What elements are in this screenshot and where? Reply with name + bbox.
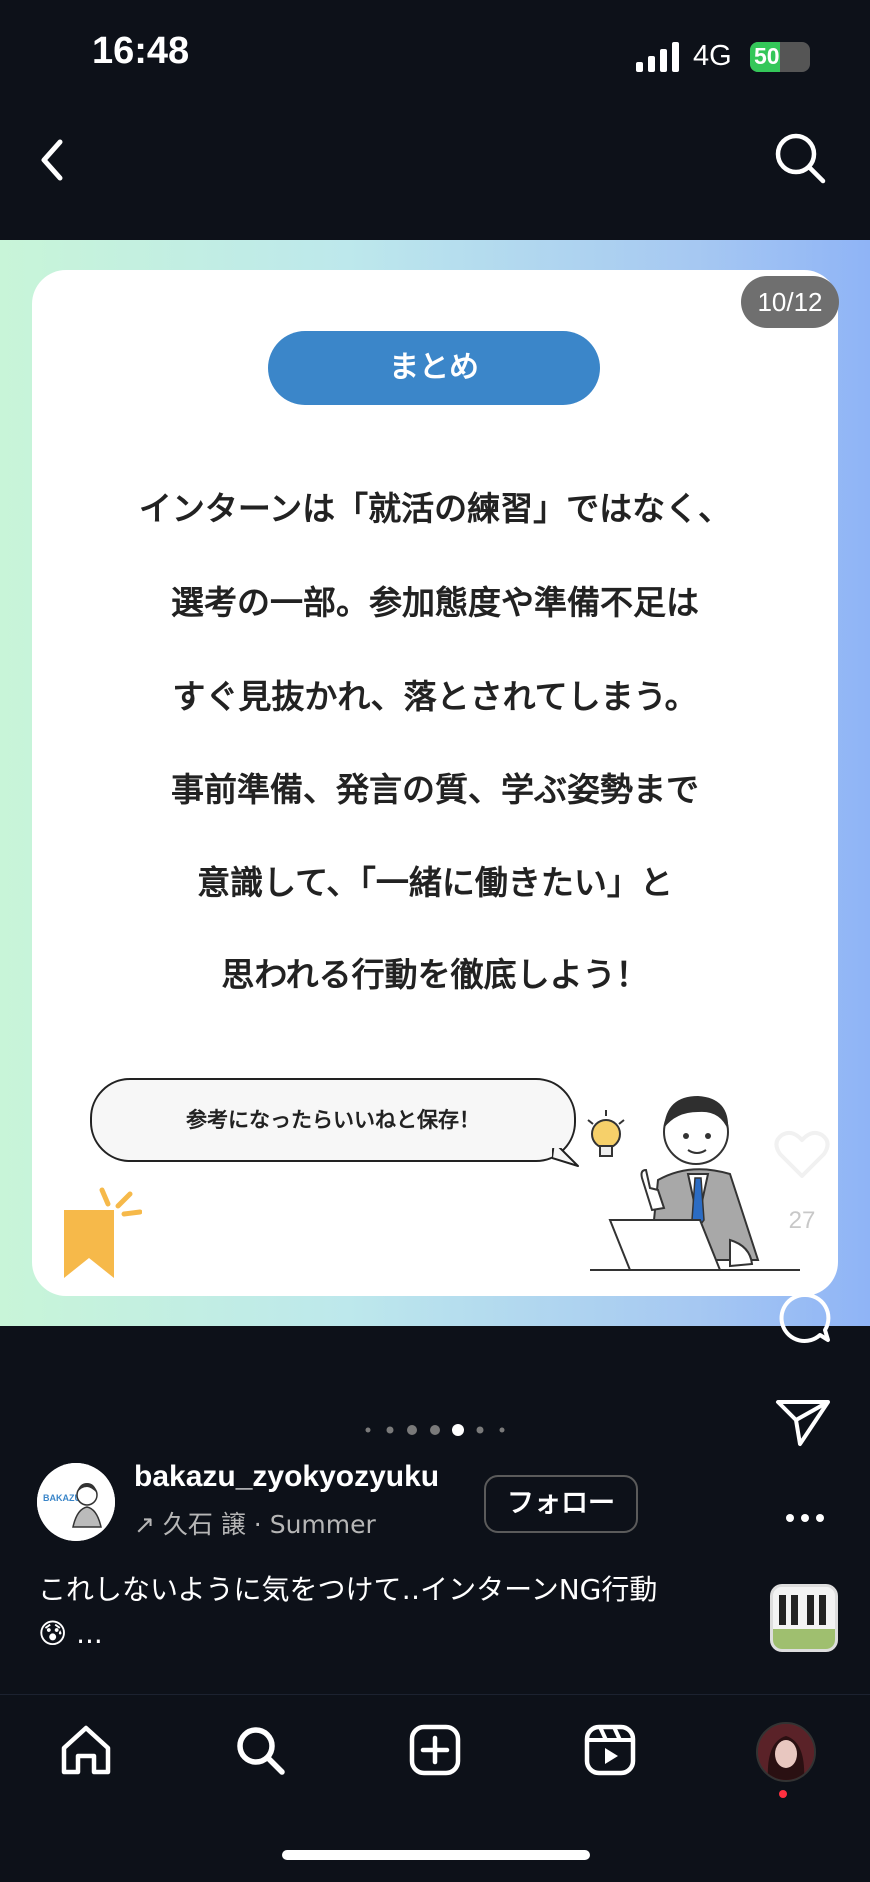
post-caption[interactable]: これしないように気をつけて‥インターンNG行動 😰 ... (38, 1568, 758, 1656)
carousel-dot (365, 1427, 371, 1433)
profile-avatar[interactable] (756, 1722, 816, 1782)
avatar-brand-text: BAKAZU (43, 1493, 81, 1503)
audio-attribution[interactable]: ↗ 久石 譲 · Summer (134, 1505, 376, 1541)
body-line: 事前準備、発言の質、学ぶ姿勢まで (171, 770, 699, 809)
carousel-dot (499, 1427, 505, 1433)
caption-line: これしないように気をつけて‥インターンNG行動 (38, 1573, 658, 1606)
nav-divider (0, 1694, 870, 1695)
profile-photo (758, 1724, 814, 1780)
body-line: 思われる行動を徹底しよう！ (221, 955, 649, 994)
title-pill: まとめ (268, 331, 600, 405)
audio-label: 久石 譲 · Summer (162, 1510, 376, 1539)
carousel-dot (407, 1425, 417, 1435)
network-type: 4G (693, 40, 732, 72)
notification-dot (779, 1790, 787, 1798)
battery-level: 50 (754, 43, 780, 69)
body-line: すぐ見抜かれ、落とされてしまう。 (172, 677, 698, 716)
slide-counter: 10/12 (741, 276, 839, 328)
follow-button[interactable]: フォロー (484, 1475, 638, 1533)
home-icon[interactable] (58, 1722, 114, 1778)
home-indicator[interactable] (282, 1850, 590, 1860)
back-button[interactable] (30, 130, 80, 190)
reels-icon[interactable] (582, 1722, 638, 1778)
like-count: 27 (788, 1207, 816, 1234)
carousel-dots (365, 1424, 505, 1436)
status-time: 16:48 (92, 30, 190, 72)
arrow-up-right-icon: ↗ (134, 1510, 163, 1539)
speech-bubble: 参考になったらいいねと保存！ (90, 1078, 576, 1162)
create-icon[interactable] (407, 1722, 463, 1778)
like-heart-icon[interactable] (774, 1130, 830, 1180)
signal-icon (636, 42, 679, 72)
search-icon[interactable] (770, 128, 830, 188)
body-line: 選考の一部。参加態度や準備不足は (171, 583, 699, 622)
body-line: 意識して、「一緒に働きたい」と (197, 863, 673, 902)
caption-line: 😰 ... (38, 1617, 103, 1650)
body-line: インターンは「就活の練習」ではなく、 (138, 489, 732, 528)
carousel-dot (476, 1426, 484, 1434)
more-options-icon[interactable] (780, 1498, 830, 1538)
share-send-icon[interactable] (774, 1396, 832, 1448)
piano-keys-icon (773, 1587, 835, 1649)
author-avatar-image: BAKAZU (37, 1463, 115, 1541)
carousel-dot-active (452, 1424, 464, 1436)
author-avatar[interactable]: BAKAZU (37, 1463, 115, 1541)
search-icon[interactable] (232, 1722, 288, 1778)
battery-icon: 50 (750, 42, 810, 72)
carousel-dot (430, 1425, 440, 1435)
author-username[interactable]: bakazu_zyokyozyuku (134, 1460, 439, 1494)
speech-bubble-tail (552, 1140, 579, 1167)
music-thumbnail[interactable] (770, 1584, 838, 1652)
comment-icon[interactable] (776, 1290, 832, 1346)
bookmark-illustration-icon (64, 1187, 142, 1278)
carousel-dot (386, 1426, 394, 1434)
